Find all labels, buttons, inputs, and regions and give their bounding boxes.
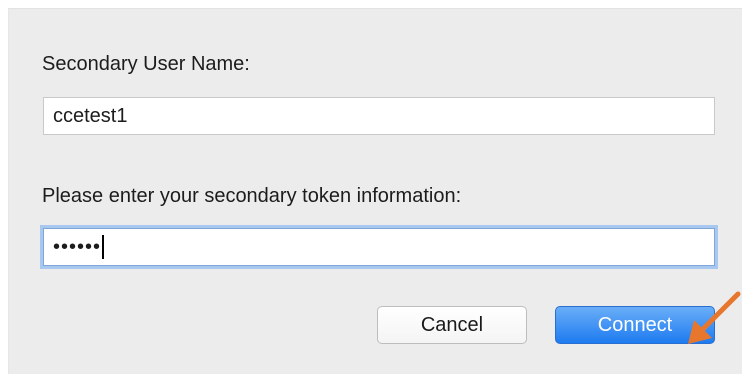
secondary-user-name-label: Secondary User Name:	[42, 53, 250, 75]
password-content: ••••••	[53, 229, 714, 265]
text-caret	[102, 235, 105, 259]
password-dots: ••••••	[53, 236, 102, 258]
secondary-user-name-field[interactable]: ccetest1	[43, 97, 715, 135]
secondary-token-label: Please enter your secondary token inform…	[42, 185, 462, 207]
annotation-arrow-icon	[688, 291, 741, 344]
secondary-auth-dialog: Secondary User Name: ccetest1 Please ent…	[8, 8, 742, 374]
secondary-token-field[interactable]: ••••••	[43, 228, 715, 266]
cancel-button[interactable]: Cancel	[377, 306, 527, 344]
